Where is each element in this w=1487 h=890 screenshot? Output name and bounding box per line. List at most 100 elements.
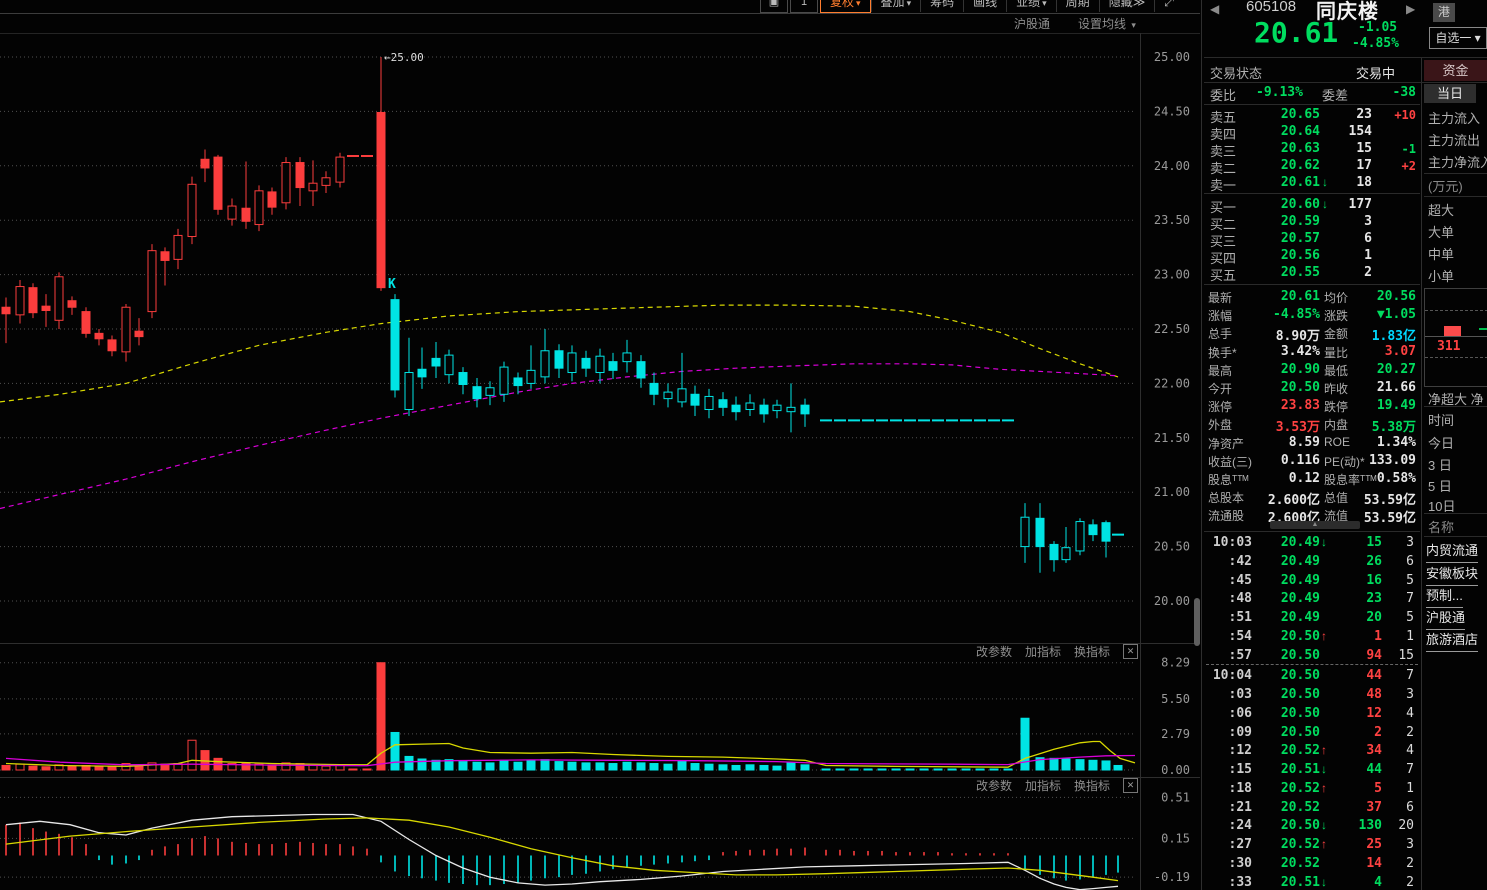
stat-label: ROE — [1324, 434, 1351, 449]
level-price: 20.57 — [1280, 231, 1320, 246]
next-stock-arrow[interactable]: ▶ — [1406, 2, 1415, 16]
tab-period[interactable]: 10日 — [1428, 496, 1455, 515]
sector-link[interactable]: 旅游酒店 — [1426, 629, 1479, 652]
divider — [1204, 82, 1487, 83]
watchlist-dropdown-button[interactable]: 自选一 ▾ — [1429, 27, 1487, 49]
svg-text:-0.19: -0.19 — [1154, 870, 1190, 884]
level-price: 20.59 — [1280, 214, 1320, 229]
prev-stock-arrow[interactable]: ◀ — [1210, 2, 1219, 16]
panel-button[interactable]: 加指标 — [1025, 777, 1061, 794]
buy-row[interactable]: 买一 20.60 ↓ 177 — [1204, 196, 1420, 215]
arrow-down-icon: ↓ — [1321, 535, 1327, 549]
sector-link[interactable]: 沪股通 — [1426, 607, 1466, 630]
trade-status-row: 交易状态 交易中 — [1204, 61, 1420, 82]
sector-link[interactable]: 安徽板块 — [1426, 563, 1479, 586]
tab-period[interactable]: 5 日 — [1428, 476, 1452, 495]
tick-volume: 16 — [1366, 572, 1382, 588]
panel-button[interactable]: 换指标 — [1074, 643, 1110, 660]
buy-row[interactable]: 买四 20.56 1 — [1204, 247, 1420, 266]
tick-row[interactable]: :18 20.52 ↑ 5 1 — [1204, 779, 1420, 798]
stat-value: -4.85% — [1273, 307, 1320, 323]
tick-row[interactable]: :12 20.52 ↑ 34 4 — [1204, 741, 1420, 760]
level-qty: 154 — [1348, 124, 1372, 139]
stat-label: 金额 — [1324, 327, 1349, 342]
stat-label: 净资产 — [1208, 436, 1245, 451]
stat-value: 3.53万 — [1275, 420, 1320, 436]
buy-row[interactable]: 买二 20.59 3 — [1204, 213, 1420, 232]
funds-flow-item: 主力净流入 — [1428, 155, 1487, 170]
stat-value: ▼1.05 — [1376, 307, 1416, 323]
tick-volume: 5 — [1374, 780, 1382, 796]
panel-button[interactable]: 换指标 — [1074, 777, 1110, 794]
tick-price: 20.52 — [1280, 743, 1320, 759]
stat-label: 今开 — [1208, 381, 1233, 396]
tick-row[interactable]: :30 20.52 14 2 — [1204, 854, 1420, 873]
level-delta: +10 — [1394, 108, 1416, 122]
stat-label: 股息ᵀᵀᴹ — [1208, 472, 1249, 487]
tick-row[interactable]: :54 20.50 ↑ 1 1 — [1204, 627, 1420, 646]
level-qty: 17 — [1356, 158, 1372, 173]
panel-button[interactable]: 改参数 — [976, 777, 1012, 794]
tick-row[interactable]: :09 20.50 2 2 — [1204, 723, 1420, 742]
tick-row[interactable]: :57 20.50 94 15 — [1204, 646, 1420, 665]
tab-funds-today[interactable]: 当日 — [1424, 84, 1476, 103]
tick-volume: 25 — [1366, 837, 1382, 852]
level-delta: -1 — [1401, 142, 1416, 156]
tick-volume: 94 — [1366, 647, 1382, 663]
tick-row[interactable]: :24 20.50 ↓ 130 20 — [1204, 816, 1420, 835]
chart-scrollbar-thumb[interactable] — [1194, 598, 1200, 646]
tick-row[interactable]: :15 20.51 ↓ 44 7 — [1204, 760, 1420, 779]
tick-row[interactable]: :51 20.49 20 5 — [1204, 608, 1420, 627]
panel-button[interactable]: 改参数 — [976, 643, 1012, 660]
price-change-percent: -4.85% — [1352, 36, 1399, 51]
tick-count: 6 — [1406, 799, 1414, 815]
svg-text:23.00: 23.00 — [1154, 268, 1190, 282]
sell-row[interactable]: 卖三 20.63 15 -1 — [1204, 140, 1420, 159]
tick-row[interactable]: 10:03 20.49 ↓ 15 3 — [1204, 533, 1420, 552]
sell-row[interactable]: 卖五 20.65 23 +10 — [1204, 106, 1420, 125]
tick-count: 2 — [1406, 855, 1414, 871]
tick-time: :15 — [1228, 762, 1252, 777]
arrow-up-icon: ↑ — [1321, 780, 1327, 795]
tick-row[interactable]: :33 20.51 ↓ 4 2 — [1204, 873, 1420, 890]
sell-row[interactable]: 卖四 20.64 154 — [1204, 123, 1420, 142]
tick-row[interactable]: :42 20.49 26 6 — [1204, 552, 1420, 571]
tick-row[interactable]: :06 20.50 12 4 — [1204, 704, 1420, 723]
tab-period[interactable]: 今日 — [1428, 433, 1454, 452]
panel-divider — [1421, 57, 1422, 890]
svg-text:0.15: 0.15 — [1161, 831, 1190, 845]
level-price: 20.64 — [1280, 124, 1320, 139]
funds-unit-label: (万元) — [1428, 179, 1463, 194]
mini-gridline — [1425, 310, 1487, 311]
kline-chart-canvas[interactable]: 25.00 24.50 24.00 23.50 23.00 22.50 22.00 21.50… — [0, 0, 1200, 890]
tab-period[interactable]: 3 日 — [1428, 455, 1452, 474]
tick-row[interactable]: 10:04 20.50 44 7 — [1204, 666, 1420, 685]
sell-row[interactable]: 卖一 20.61 ↓ 18 — [1204, 174, 1420, 193]
funds-time-label: 时间 — [1428, 413, 1455, 428]
wb-label: 委比 — [1210, 88, 1237, 103]
tick-row[interactable]: :48 20.49 23 7 — [1204, 589, 1420, 608]
tab-funds[interactable]: 资金 — [1424, 60, 1487, 81]
tick-price: 20.50 — [1280, 628, 1320, 644]
buy-row[interactable]: 买五 20.55 2 — [1204, 264, 1420, 283]
sector-link[interactable]: 内贸流通 — [1426, 540, 1479, 563]
hk-market-badge[interactable]: 港 — [1433, 3, 1455, 22]
stats-row: 涨停 23.83 跌停 19.49 — [1204, 397, 1420, 415]
order-book-buy-levels: 买一 20.60 ↓ 177 买二 20.59 3 买三 20.57 6 买四 20.56 1 买五 20.… — [1204, 196, 1420, 283]
close-icon[interactable]: ✕ — [1123, 643, 1138, 659]
tick-time: :06 — [1228, 705, 1252, 721]
stat-value: 20.61 — [1280, 289, 1320, 304]
sector-link[interactable]: 预制... — [1426, 585, 1463, 608]
level-label: 买五 — [1210, 268, 1237, 283]
panel-button[interactable]: 加指标 — [1025, 643, 1061, 660]
tick-row[interactable]: :45 20.49 16 5 — [1204, 571, 1420, 590]
buy-row[interactable]: 买三 20.57 6 — [1204, 230, 1420, 249]
close-icon[interactable]: ✕ — [1123, 777, 1138, 793]
sell-row[interactable]: 卖二 20.62 17 +2 — [1204, 157, 1420, 176]
tick-row[interactable]: :21 20.52 37 6 — [1204, 798, 1420, 817]
tick-row[interactable]: :27 20.52 ↑ 25 3 — [1204, 835, 1420, 854]
tick-row[interactable]: :03 20.50 48 3 — [1204, 685, 1420, 704]
panel-collapse-handle[interactable]: ▲ — [1270, 521, 1360, 529]
stat-label: 涨幅 — [1208, 309, 1233, 324]
tick-count: 7 — [1406, 591, 1414, 607]
